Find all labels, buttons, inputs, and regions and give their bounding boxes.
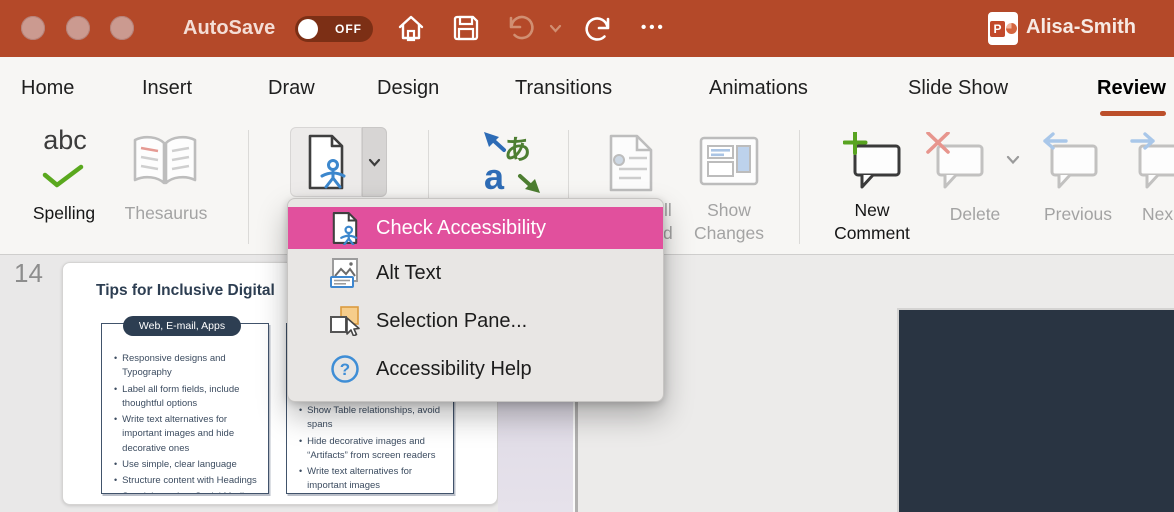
list-item: •Use simple, clear language [114, 458, 262, 472]
autosave-toggle-state: OFF [335, 22, 362, 36]
spelling-check-icon [40, 163, 86, 189]
menu-item-alt-text[interactable]: Alt Text [288, 249, 663, 297]
menu-item-label: Alt Text [376, 262, 441, 285]
translate-icon: あ a [480, 131, 544, 195]
spelling-abc-icon: abc [30, 125, 100, 156]
next-label: Nex [1142, 204, 1173, 225]
delete-dropdown-chevron-icon[interactable] [1006, 155, 1020, 165]
menu-item-label: Selection Pane... [376, 310, 527, 333]
zoom-window-button[interactable] [110, 16, 134, 40]
svg-text:a: a [484, 156, 505, 195]
list-item: •Write text alternatives for important i… [299, 465, 447, 494]
undo-dropdown-chevron-icon [549, 24, 562, 33]
tab-review[interactable]: Review [1097, 57, 1166, 119]
title-bar: AutoSave OFF ••• P A [0, 0, 1174, 57]
slide-canvas [578, 255, 1174, 512]
previous-comment-icon [1040, 132, 1100, 192]
slide-dark-shape[interactable] [897, 308, 1174, 512]
markup-label-fragment-1: ll [664, 200, 672, 221]
new-comment-icon [843, 132, 903, 192]
accessibility-split-button[interactable] [290, 127, 387, 197]
list-item: •Show Table relationships, avoid spans [299, 404, 447, 433]
list-item: •Structure content with Headings [114, 474, 262, 488]
new-comment-label-line2: Comment [830, 223, 914, 244]
tab-animations[interactable]: Animations [709, 57, 808, 119]
document-title: Alisa-Smith [1026, 16, 1136, 39]
undo-icon [505, 14, 535, 42]
markup-label-fragment-2: d [663, 223, 673, 244]
show-changes-label-line1: Show [684, 200, 774, 221]
minimize-window-button[interactable] [66, 16, 90, 40]
slide-pill-badge: Web, E-mail, Apps [123, 316, 241, 336]
delete-label: Delete [930, 204, 1020, 225]
previous-label: Previous [1032, 204, 1124, 225]
list-item: •Write text alternatives for important i… [114, 413, 262, 456]
tab-home[interactable]: Home [21, 57, 74, 119]
slide-left-text-box: •Responsive designs and Typography •Labe… [101, 323, 269, 494]
alt-text-icon [328, 258, 362, 288]
spelling-label: Spelling [14, 203, 114, 224]
slide-left-bullet-list: •Responsive designs and Typography •Labe… [102, 324, 268, 494]
home-icon[interactable] [397, 14, 425, 42]
powerpoint-window: AutoSave OFF ••• P A [0, 0, 1174, 512]
check-accessibility-icon [305, 134, 347, 190]
svg-text:あ: あ [504, 135, 531, 166]
close-window-button[interactable] [21, 16, 45, 40]
show-changes-icon [699, 136, 759, 186]
group-divider [799, 130, 800, 244]
tab-draw[interactable]: Draw [268, 57, 315, 119]
menu-item-check-accessibility[interactable]: Check Accessibility [288, 207, 663, 249]
thesaurus-book-icon [128, 133, 202, 191]
show-changes-label-line2: Changes [684, 223, 774, 244]
svg-text:?: ? [340, 360, 350, 379]
menu-item-label: Accessibility Help [376, 358, 532, 381]
check-accessibility-icon [328, 211, 362, 245]
tab-design[interactable]: Design [377, 57, 439, 119]
menu-item-selection-pane[interactable]: Selection Pane... [288, 297, 663, 345]
slide-title: Tips for Inclusive Digital [96, 282, 275, 300]
help-icon: ? [328, 354, 362, 384]
more-commands-icon[interactable]: ••• [641, 19, 666, 36]
tab-slide-show[interactable]: Slide Show [908, 57, 1008, 119]
tab-transitions[interactable]: Transitions [515, 57, 612, 119]
thesaurus-label: Thesaurus [110, 203, 222, 224]
accessibility-dropdown-menu: Check Accessibility Alt Text [287, 198, 664, 402]
list-item: •Special mention: Social Media. alt text… [114, 490, 262, 494]
menu-item-accessibility-help[interactable]: ? Accessibility Help [288, 345, 663, 393]
list-item: •Hide decorative images and “Artifacts” … [299, 435, 447, 464]
powerpoint-file-icon: P [988, 12, 1018, 45]
autosave-toggle[interactable]: OFF [295, 16, 373, 42]
slide-number: 14 [14, 258, 43, 289]
list-item: •Responsive designs and Typography [114, 352, 262, 381]
selection-pane-icon [328, 306, 362, 336]
accessibility-button-main[interactable] [290, 127, 362, 197]
ribbon-tab-bar: Home Insert Draw Design Transitions Anim… [0, 57, 1174, 119]
accessibility-dropdown-arrow[interactable] [362, 127, 387, 197]
active-tab-underline [1100, 111, 1166, 116]
list-item: •Label all form fields, include thoughtf… [114, 383, 262, 412]
redo-icon[interactable] [584, 14, 614, 44]
markup-document-icon [607, 134, 655, 192]
save-icon[interactable] [452, 14, 480, 42]
delete-comment-icon [926, 132, 986, 192]
autosave-label: AutoSave [183, 17, 275, 40]
next-comment-icon [1128, 132, 1174, 192]
tab-insert[interactable]: Insert [142, 57, 192, 119]
autosave-toggle-knob [298, 19, 318, 39]
new-comment-label-line1: New [830, 200, 914, 221]
menu-item-label: Check Accessibility [376, 217, 546, 240]
chevron-down-icon [368, 158, 381, 167]
group-divider [248, 130, 249, 244]
